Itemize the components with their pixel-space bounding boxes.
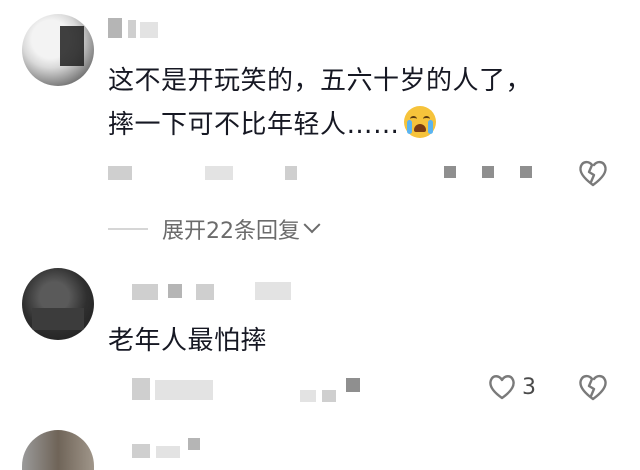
expand-replies-button[interactable]: 展开22条回复 <box>108 212 321 246</box>
username-blurred <box>140 22 158 38</box>
expand-replies-label: 展开22条回复 <box>162 219 300 244</box>
username-blurred[interactable] <box>108 18 122 38</box>
dislike-button[interactable] <box>576 370 610 404</box>
divider <box>108 228 148 230</box>
broken-heart-icon <box>579 160 607 187</box>
broken-heart-icon <box>579 374 607 401</box>
username-blurred <box>128 20 136 38</box>
avatar[interactable] <box>22 14 94 86</box>
comment-text: 老年人最怕摔 <box>108 326 268 356</box>
crying-face-icon <box>403 106 436 138</box>
chevron-down-icon <box>303 216 321 234</box>
comment-text: 摔一下可不比年轻人…… <box>108 110 400 140</box>
like-count: 3 <box>522 374 536 400</box>
avatar[interactable] <box>22 430 94 470</box>
comment-text-line2: 摔一下可不比年轻人…… <box>108 106 436 144</box>
comment-text-line1: 这不是开玩笑的，五六十岁的人了， <box>108 66 533 96</box>
heart-icon <box>489 375 515 400</box>
avatar[interactable] <box>22 268 94 340</box>
dislike-button[interactable] <box>576 156 610 190</box>
like-button[interactable]: 3 <box>486 370 536 404</box>
